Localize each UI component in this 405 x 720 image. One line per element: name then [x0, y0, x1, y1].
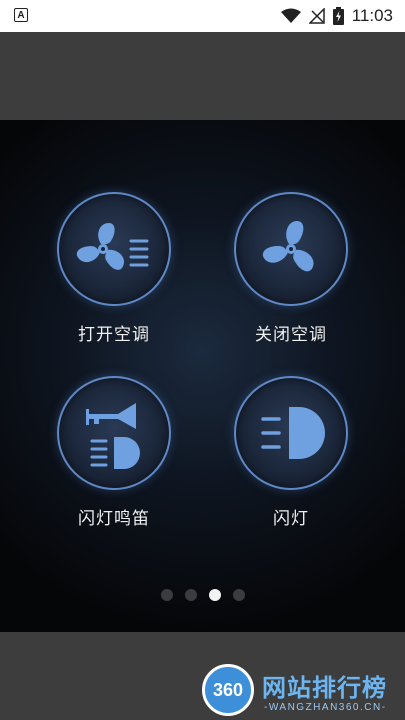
page-dot-3[interactable]: [208, 589, 221, 601]
clock: 11:03: [351, 6, 393, 25]
headlight-icon: [261, 407, 325, 459]
status-bar: A 11:03: [0, 0, 405, 32]
fan-on-icon: [76, 223, 149, 270]
ac-on-label: 打开空调: [78, 325, 150, 345]
control-panel[interactable]: 打开空调 关闭空调 闪灯鸣笛 闪灯: [0, 120, 405, 632]
wifi-icon: [280, 8, 301, 23]
ac-on-control[interactable]: 打开空调: [49, 192, 179, 345]
status-left: A: [14, 8, 28, 22]
flash-horn-button[interactable]: [57, 376, 171, 490]
ac-off-button[interactable]: [234, 192, 348, 306]
fan-icon: [262, 221, 314, 272]
page-indicator: [0, 589, 405, 601]
page-dot-2[interactable]: [184, 589, 197, 601]
ac-off-control[interactable]: 关闭空调: [226, 192, 356, 345]
flash-horn-label: 闪灯鸣笛: [78, 509, 150, 529]
battery-charging-icon: [332, 7, 344, 25]
flash-light-control[interactable]: 闪灯: [226, 376, 356, 529]
watermark-logo: 360: [202, 664, 254, 716]
page-dot-4[interactable]: [232, 589, 245, 601]
ac-off-label: 关闭空调: [255, 325, 327, 345]
flash-light-button[interactable]: [234, 376, 348, 490]
flash-light-label: 闪灯: [273, 509, 309, 529]
watermark-title: 网站排行榜: [262, 674, 387, 702]
page-dot-1[interactable]: [160, 589, 173, 601]
a-icon: A: [14, 8, 28, 22]
horn-light-icon: [86, 403, 140, 469]
watermark-subtitle: -WANGZHAN360.CN-: [264, 702, 387, 713]
watermark: 360 网站排行榜 -WANGZHAN360.CN-: [196, 660, 405, 720]
top-band: [0, 32, 405, 120]
status-right: 11:03: [280, 6, 393, 26]
flash-horn-control[interactable]: 闪灯鸣笛: [49, 376, 179, 529]
no-signal-icon: [308, 8, 325, 24]
ac-on-button[interactable]: [57, 192, 171, 306]
